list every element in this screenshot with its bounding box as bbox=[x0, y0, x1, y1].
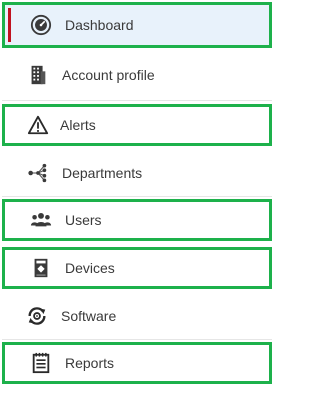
sidebar-item-alerts[interactable]: Alerts bbox=[2, 104, 272, 146]
dashboard-gauge-icon bbox=[29, 13, 53, 37]
divider bbox=[2, 196, 272, 197]
sidebar-item-dashboard[interactable]: Dashboard bbox=[2, 2, 272, 48]
hierarchy-icon bbox=[26, 161, 50, 185]
report-clipboard-icon bbox=[29, 351, 53, 375]
sidebar-item-departments[interactable]: Departments bbox=[2, 152, 272, 194]
sidebar-item-users[interactable]: Users bbox=[2, 199, 272, 241]
software-sync-icon bbox=[25, 304, 49, 328]
device-icon bbox=[29, 256, 53, 280]
sidebar-item-account-profile[interactable]: Account profile bbox=[2, 54, 272, 96]
sidebar-item-label: Reports bbox=[65, 355, 115, 371]
sidebar-nav: Dashboard Account profile Alerts Departm… bbox=[0, 0, 278, 394]
warning-triangle-icon bbox=[26, 113, 50, 137]
sidebar-item-label: Users bbox=[65, 212, 102, 228]
sidebar-item-label: Account profile bbox=[62, 67, 155, 83]
sidebar-item-label: Software bbox=[61, 308, 117, 324]
sidebar-item-label: Alerts bbox=[60, 117, 96, 133]
sidebar-item-label: Departments bbox=[62, 165, 143, 181]
divider bbox=[2, 339, 272, 340]
sidebar-item-software[interactable]: Software bbox=[2, 295, 272, 337]
divider bbox=[2, 100, 272, 101]
sidebar-item-label: Dashboard bbox=[65, 17, 134, 33]
building-icon bbox=[26, 63, 50, 87]
sidebar-item-devices[interactable]: Devices bbox=[2, 247, 272, 289]
sidebar-item-reports[interactable]: Reports bbox=[2, 342, 272, 384]
users-group-icon bbox=[29, 208, 53, 232]
sidebar-item-label: Devices bbox=[65, 260, 115, 276]
